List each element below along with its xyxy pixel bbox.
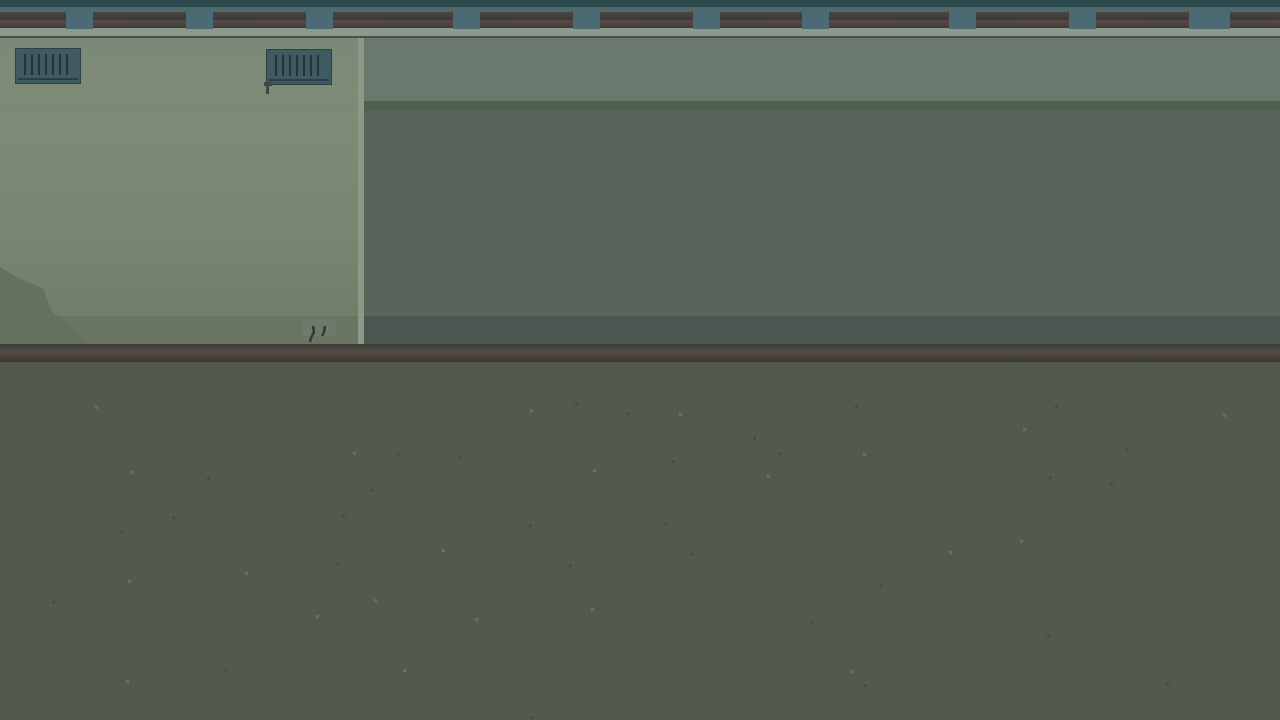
ground-speck [1023, 428, 1026, 431]
ground-speck [690, 553, 693, 556]
grille-slats [275, 55, 323, 76]
ground-speck [879, 583, 882, 586]
ground-speck [593, 469, 596, 472]
right-room-upper-wall [364, 38, 1280, 101]
rail-bracket [186, 12, 213, 29]
ground [0, 362, 1280, 720]
ceiling-rail-lip [0, 28, 1280, 36]
player-legs [308, 325, 327, 343]
ground-speck [855, 405, 858, 408]
ground-speck [128, 580, 131, 583]
left-room-ledge [0, 101, 358, 111]
ground-speck [95, 406, 98, 409]
ventilation-grille [15, 48, 81, 84]
ground-speck [52, 601, 55, 604]
rail-bracket [949, 12, 976, 29]
player-character[interactable] [303, 320, 336, 344]
ground-speck [530, 716, 533, 719]
ground-speck [1047, 635, 1050, 638]
ground-speck [1223, 414, 1226, 417]
ground-speck [949, 551, 952, 554]
ground-speck [851, 670, 854, 673]
ground-speck [396, 454, 399, 457]
ground-speck [224, 669, 227, 672]
ground-speck [353, 452, 356, 455]
ground-speck [126, 680, 129, 683]
grille-sill [18, 78, 78, 80]
ventilation-grille [266, 49, 332, 85]
grille-sill [269, 79, 329, 81]
ground-speck [679, 413, 682, 416]
ground-speck [1126, 447, 1129, 450]
ground-speck [442, 549, 445, 552]
ground-speck [1110, 483, 1113, 486]
ground-speck [342, 515, 345, 518]
ground-speck [1049, 476, 1052, 479]
rail-bracket [1069, 12, 1096, 29]
ground-speck [863, 453, 866, 456]
ground-speck [1020, 540, 1023, 543]
ground-speck [864, 684, 867, 687]
ground-speck [207, 477, 210, 480]
ground-speck [120, 530, 123, 533]
ground-speck [575, 403, 578, 406]
ceiling-strip [0, 0, 1280, 7]
ground-speck [371, 489, 374, 492]
ground-speck [591, 608, 594, 611]
ground-speck [1055, 405, 1058, 408]
rail-bracket [1189, 12, 1230, 29]
ground-speck [810, 622, 813, 625]
right-room-ledge [364, 101, 1280, 111]
ground-speck [530, 409, 533, 412]
ground-speck [172, 516, 175, 519]
ground-speck [672, 460, 675, 463]
grille-slats [24, 54, 72, 75]
ground-speck [245, 572, 248, 575]
ground-speck [753, 437, 756, 440]
ground-speck [130, 471, 133, 474]
ground-speck [374, 599, 377, 602]
ground-speck [529, 524, 532, 527]
ground-speck [626, 412, 629, 415]
ground-speck [459, 456, 462, 459]
ground-speck [779, 452, 782, 455]
rail-bracket [802, 12, 829, 29]
right-room-floor-shadow [364, 316, 1280, 344]
rail-bracket [693, 12, 720, 29]
ground-speck [767, 475, 770, 478]
floor-track [0, 344, 1280, 362]
hanging-cable [264, 82, 272, 94]
rail-bracket [306, 12, 333, 29]
ground-speck [1166, 683, 1169, 686]
rail-bracket [66, 12, 93, 29]
rail-bracket [453, 12, 480, 29]
ground-speck [316, 615, 319, 618]
ground-speck [336, 563, 339, 566]
ground-speck [403, 669, 406, 672]
ground-speck [569, 564, 572, 567]
rail-bracket [573, 12, 600, 29]
ground-speck [664, 522, 667, 525]
ground-speck [475, 618, 478, 621]
